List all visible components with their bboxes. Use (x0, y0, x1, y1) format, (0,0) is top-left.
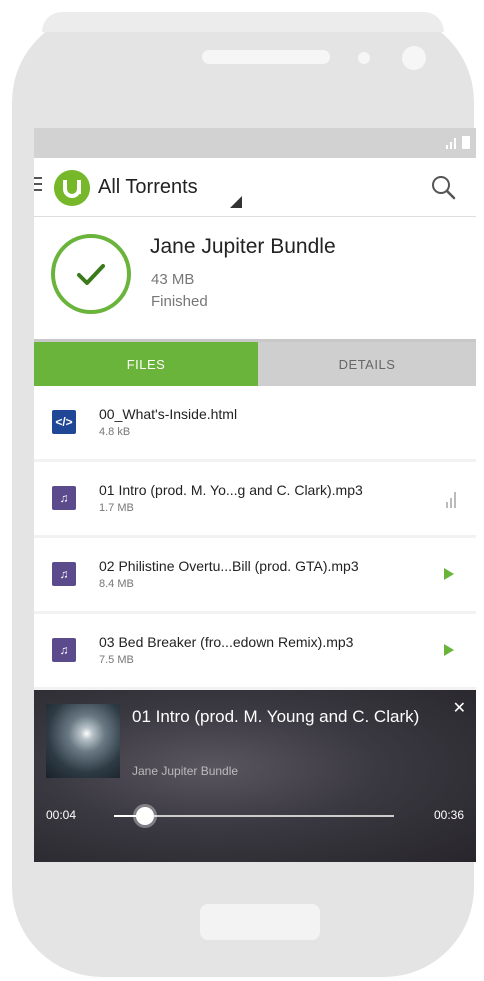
file-size: 7.5 MB (99, 654, 134, 666)
finished-check-icon (51, 234, 131, 314)
battery-icon (462, 136, 470, 149)
play-icon[interactable] (444, 568, 454, 580)
torrent-size: 43 MB (151, 271, 195, 288)
torrent-name: Jane Jupiter Bundle (150, 235, 336, 258)
tab-details[interactable]: DETAILS (258, 342, 476, 386)
app-title[interactable]: All Torrents (98, 176, 198, 199)
phone-sensor (358, 52, 370, 64)
seek-handle[interactable] (135, 807, 154, 825)
play-icon[interactable] (444, 644, 454, 656)
phone-speaker (202, 50, 330, 64)
mini-player: 01 Intro (prod. M. Young and C. Clark) J… (34, 690, 476, 862)
status-icons (446, 136, 470, 149)
dropdown-triangle-icon[interactable] (230, 196, 242, 208)
album-art[interactable] (46, 704, 120, 778)
file-size: 4.8 kB (99, 426, 131, 438)
file-row-intro[interactable]: ♫ 01 Intro (prod. M. Yo...g and C. Clark… (34, 462, 476, 535)
menu-icon[interactable] (34, 177, 42, 191)
music-note-icon: ♫ (52, 562, 76, 586)
file-size: 1.7 MB (99, 502, 134, 514)
close-icon[interactable]: ✕ (453, 698, 466, 718)
file-name: 01 Intro (prod. M. Yo...g and C. Clark).… (99, 482, 363, 498)
file-row-html[interactable]: </> 00_What's-Inside.html 4.8 kB (34, 386, 476, 459)
music-note-icon: ♫ (52, 638, 76, 662)
now-playing-icon (446, 490, 458, 508)
tab-bar: FILES DETAILS (34, 339, 476, 386)
signal-icon (446, 137, 458, 149)
app-screen: All Torrents Jane Jupiter Bundle 43 MB F… (34, 128, 476, 862)
total-duration: 00:36 (433, 808, 464, 822)
utorrent-logo-icon (54, 170, 90, 206)
file-name: 02 Philistine Overtu...Bill (prod. GTA).… (99, 558, 359, 574)
phone-camera (402, 46, 426, 70)
code-file-icon: </> (52, 410, 76, 434)
music-note-icon: ♫ (52, 486, 76, 510)
player-album-name: Jane Jupiter Bundle (132, 764, 239, 778)
file-name: 00_What's-Inside.html (99, 406, 238, 422)
file-row-bed-breaker[interactable]: ♫ 03 Bed Breaker (fro...edown Remix).mp3… (34, 614, 476, 687)
elapsed-time: 00:04 (46, 808, 77, 822)
phone-top-edge (42, 12, 444, 32)
file-name: 03 Bed Breaker (fro...edown Remix).mp3 (99, 634, 354, 650)
status-bar (34, 128, 476, 158)
search-icon[interactable] (430, 174, 456, 200)
app-bar: All Torrents (34, 158, 476, 217)
tab-files[interactable]: FILES (34, 342, 258, 386)
torrent-header: Jane Jupiter Bundle 43 MB Finished (34, 217, 476, 339)
phone-home-button[interactable] (200, 904, 320, 940)
seek-bar[interactable] (114, 807, 394, 825)
player-track-title: 01 Intro (prod. M. Young and C. Clark) (132, 707, 420, 726)
file-list: </> 00_What's-Inside.html 4.8 kB ♫ 01 In… (34, 386, 476, 687)
torrent-status: Finished (151, 293, 208, 310)
file-row-philistine[interactable]: ♫ 02 Philistine Overtu...Bill (prod. GTA… (34, 538, 476, 611)
file-size: 8.4 MB (99, 578, 134, 590)
